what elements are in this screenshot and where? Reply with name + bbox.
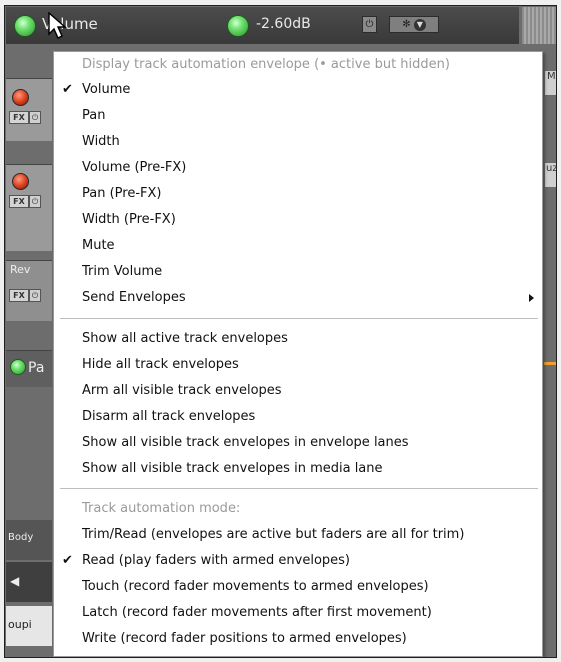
track-name-rev: Rev [10,263,31,276]
track-strip-1: FX ⏻ [6,78,52,141]
fx-bypass-icon[interactable]: ⏻ [29,195,41,208]
check-icon: ✔ [62,553,73,568]
orange-marker [544,362,556,365]
menu-separator [60,488,538,489]
menu-item-disarm-all[interactable]: Disarm all track envelopes [82,406,255,428]
menu-header-display: Display track automation envelope (• act… [82,57,450,72]
right-track-cell-2: uz [544,162,557,188]
track-strip-4: Pa [6,350,52,387]
check-icon: ✔ [62,82,73,97]
record-arm-icon[interactable] [12,173,29,190]
menu-item-volume-pre-fx[interactable]: Volume (Pre-FX) [82,157,186,179]
menu-item-show-in-media-lane[interactable]: Show all visible track envelopes in medi… [82,458,383,480]
menu-item-width-pre-fx[interactable]: Width (Pre-FX) [82,209,176,231]
menu-item-trim-volume[interactable]: Trim Volume [82,261,162,283]
menu-item-mode-touch[interactable]: Touch (record fader movements to armed e… [82,576,429,598]
fx-bypass-icon[interactable]: ⏻ [29,111,41,124]
fx-button[interactable]: FX [9,289,29,302]
submenu-arrow-icon [529,294,534,302]
menu-item-width[interactable]: Width [82,131,120,153]
menu-item-volume[interactable]: Volume [82,79,130,101]
envelope-value: -2.60dB [256,16,311,32]
menu-item-mode-latch[interactable]: Latch (record fader movements after firs… [82,602,432,624]
menu-item-show-active[interactable]: Show all active track envelopes [82,328,288,350]
envelope-context-menu: Display track automation envelope (• act… [53,51,543,657]
track-strip-3: Rev FX ⏻ [6,260,52,321]
menu-item-show-in-lanes[interactable]: Show all visible track envelopes in enve… [82,432,409,454]
envelope-volume-knob-icon[interactable] [227,15,249,37]
track-name-pa: Pa [28,360,45,376]
menu-item-mute[interactable]: Mute [82,235,115,257]
envelope-active-knob-icon[interactable] [14,15,36,37]
track-strip-5: Body [6,520,52,560]
chevron-down-icon: ▼ [413,19,426,31]
fx-button[interactable]: FX [9,195,29,208]
menu-header-automation-mode: Track automation mode: [82,501,241,516]
right-track-label-2: uz [546,163,557,174]
envelope-header: Volume -2.60dB ⏻ ✻ ▼ [6,7,519,44]
mouse-cursor-icon [48,12,67,39]
menu-item-mode-trim-read[interactable]: Trim/Read (envelopes are active but fade… [82,524,464,546]
menu-item-hide-all[interactable]: Hide all track envelopes [82,354,239,376]
previous-icon[interactable]: ◀ [10,574,19,588]
menu-item-send-envelopes[interactable]: Send Envelopes [82,287,186,309]
menu-item-arm-visible[interactable]: Arm all visible track envelopes [82,380,282,402]
menu-item-mode-read[interactable]: Read (play faders with armed envelopes) [82,550,350,572]
menu-item-pan-pre-fx[interactable]: Pan (Pre-FX) [82,183,161,205]
track-strip-2: FX ⏻ [6,164,52,251]
menu-separator [60,318,538,319]
menu-item-mode-write[interactable]: Write (record fader positions to armed e… [82,628,407,650]
record-arm-icon[interactable] [12,89,29,106]
fx-bypass-icon[interactable]: ⏻ [29,289,41,302]
menu-item-pan[interactable]: Pan [82,105,105,127]
right-track-label-1: M [547,71,556,82]
gear-icon: ✻ [402,19,411,30]
timeline-texture [522,7,556,44]
track-strip-6: oupi [6,606,52,646]
reaper-window: Volume -2.60dB ⏻ ✻ ▼ M uz FX ⏻ FX ⏻ Rev … [4,5,557,658]
right-track-cell-1: M [544,70,556,96]
track-name-coupi: oupi [8,618,32,631]
transport-strip: ◀ [6,562,52,602]
envelope-power-button[interactable]: ⏻ [362,16,377,33]
track-name-body: Body [8,532,34,543]
envelope-settings-button[interactable]: ✻ ▼ [389,16,439,33]
envelope-knob-icon[interactable] [10,359,26,375]
fx-button[interactable]: FX [9,111,29,124]
